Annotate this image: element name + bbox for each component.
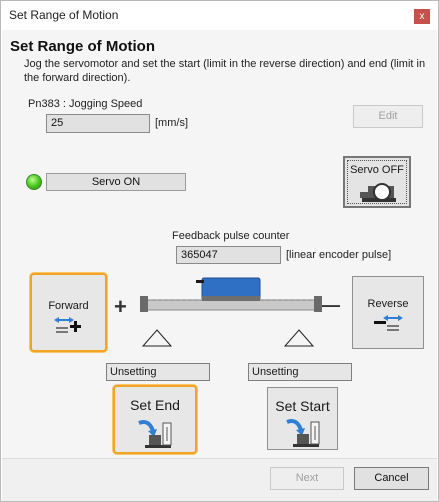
- close-button[interactable]: x: [414, 9, 430, 24]
- servo-status-led: [26, 174, 42, 190]
- set-start-button[interactable]: Set Start: [267, 387, 338, 450]
- end-limit-marker: [142, 329, 172, 347]
- dialog-window: Set Range of Motion x Set Range of Motio…: [0, 0, 439, 502]
- set-end-icon: [138, 420, 172, 448]
- set-start-label: Set Start: [275, 398, 330, 414]
- servo-off-button[interactable]: Servo OFF: [343, 156, 411, 208]
- dialog-footer: Next Cancel: [2, 458, 437, 501]
- jogging-speed-unit: [mm/s]: [155, 117, 188, 129]
- feedback-counter-label: Feedback pulse counter: [172, 230, 290, 242]
- reverse-label: Reverse: [367, 298, 409, 310]
- jogging-speed-field[interactable]: 25: [46, 114, 150, 133]
- plus-sign: +: [114, 294, 127, 319]
- start-limit-status: Unsetting: [248, 363, 352, 381]
- dialog-content: Set Range of Motion Jog the servomotor a…: [2, 30, 437, 501]
- instructions-text: Jog the servomotor and set the start (li…: [24, 58, 426, 84]
- reverse-arrow-icon: [374, 315, 403, 331]
- forward-button[interactable]: Forward: [30, 273, 107, 352]
- linear-actuator-illustration: [140, 277, 322, 312]
- window-title: Set Range of Motion: [9, 8, 119, 22]
- set-end-label: Set End: [130, 397, 180, 413]
- feedback-counter-field: 365047: [176, 246, 281, 264]
- jogging-speed-label: Pn383 : Jogging Speed: [28, 98, 143, 110]
- end-limit-status: Unsetting: [106, 363, 210, 381]
- cancel-button[interactable]: Cancel: [354, 467, 429, 490]
- servo-motor-icon: [360, 183, 396, 202]
- next-button[interactable]: Next: [270, 467, 344, 490]
- forward-label: Forward: [48, 300, 89, 312]
- set-start-icon: [286, 419, 320, 447]
- reverse-button[interactable]: Reverse: [352, 276, 424, 349]
- servo-on-button[interactable]: Servo ON: [46, 173, 186, 191]
- edit-button[interactable]: Edit: [353, 105, 423, 128]
- feedback-counter-unit: [linear encoder pulse]: [286, 249, 392, 261]
- servo-off-label: Servo OFF: [350, 164, 404, 176]
- minus-sign: —: [322, 295, 340, 315]
- title-bar: Set Range of Motion x: [1, 1, 438, 29]
- page-title: Set Range of Motion: [10, 38, 155, 55]
- forward-arrow-icon: [54, 317, 81, 333]
- start-limit-marker: [284, 329, 314, 347]
- set-end-button[interactable]: Set End: [113, 385, 197, 454]
